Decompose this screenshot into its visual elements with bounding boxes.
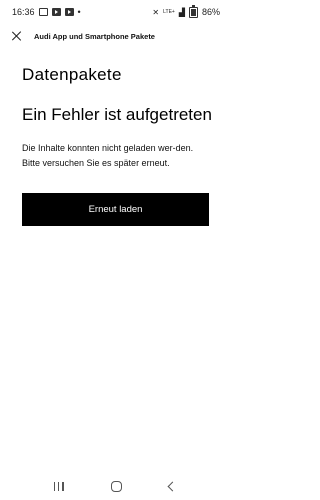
- youtube-icon: [51, 8, 61, 16]
- status-left: 16:36 •: [12, 7, 81, 17]
- battery-icon: [188, 4, 198, 18]
- status-bar: 16:36 • ✕ LTE+ ▟ 86%: [0, 0, 230, 24]
- notification-icon: [38, 8, 48, 16]
- recents-icon[interactable]: [53, 481, 64, 491]
- error-heading: Ein Fehler ist aufgetreten: [22, 105, 212, 124]
- home-icon[interactable]: [110, 480, 122, 492]
- youtube-icon-2: [64, 8, 74, 16]
- signal-label: LTE+: [163, 9, 175, 15]
- retry-button[interactable]: Erneut laden: [22, 193, 209, 226]
- header-title: Audi App und Smartphone Pakete: [34, 31, 155, 41]
- app-header: Audi App und Smartphone Pakete: [0, 24, 230, 48]
- back-icon[interactable]: [167, 481, 178, 491]
- system-nav-bar: [0, 472, 230, 500]
- battery-percent: 86%: [201, 7, 220, 17]
- status-time: 16:36: [12, 7, 35, 17]
- status-right: ✕ LTE+ ▟ 86%: [152, 4, 220, 18]
- mute-icon: ✕: [152, 7, 160, 17]
- page-title: Datenpakete: [22, 65, 122, 84]
- signal-icon: ▟: [178, 7, 185, 17]
- more-dot-icon: •: [77, 7, 81, 17]
- main-content: Datenpakete Ein Fehler ist aufgetreten D…: [22, 60, 212, 226]
- close-icon[interactable]: [10, 29, 24, 43]
- error-message: Die Inhalte konnten nicht geladen wer-de…: [22, 143, 194, 168]
